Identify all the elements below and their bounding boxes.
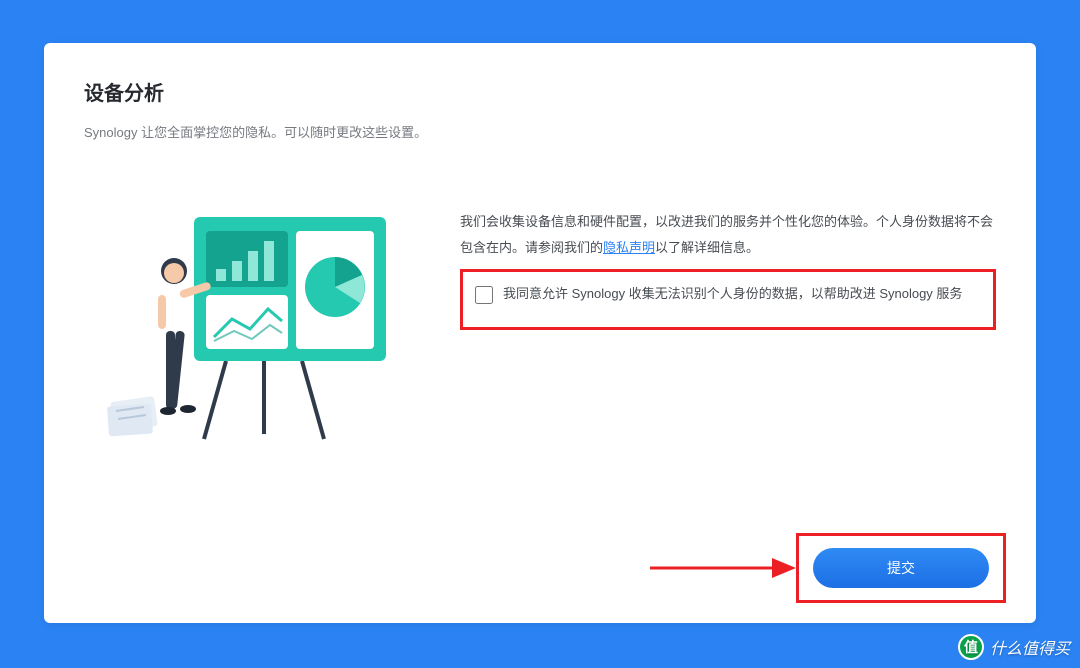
description-text: 我们会收集设备信息和硬件配置，以改进我们的服务并个性化您的体验。个人身份数据将不…: [460, 209, 996, 261]
submit-button[interactable]: 提交: [813, 548, 989, 588]
watermark-text: 什么值得买: [990, 635, 1070, 659]
consent-label: 我同意允许 Synology 收集无法识别个人身份的数据，以帮助改进 Synol…: [503, 282, 962, 305]
privacy-link[interactable]: 隐私声明: [603, 240, 655, 255]
annotation-arrow-icon: [646, 553, 796, 583]
desc-after: 以了解详细信息。: [655, 240, 759, 255]
submit-highlight-box: 提交: [796, 533, 1006, 603]
dialog-card: 设备分析 Synology 让您全面掌控您的隐私。可以随时更改这些设置。: [44, 43, 1036, 623]
page-title: 设备分析: [84, 77, 996, 106]
text-column: 我们会收集设备信息和硬件配置，以改进我们的服务并个性化您的体验。个人身份数据将不…: [460, 209, 996, 330]
page-subtitle: Synology 让您全面掌控您的隐私。可以随时更改这些设置。: [84, 122, 996, 141]
content-row: 我们会收集设备信息和硬件配置，以改进我们的服务并个性化您的体验。个人身份数据将不…: [84, 209, 996, 449]
watermark: 值 什么值得买: [958, 634, 1070, 660]
illustration: [84, 209, 424, 449]
consent-checkbox[interactable]: [475, 286, 493, 304]
watermark-badge-icon: 值: [958, 634, 984, 660]
consent-highlight-box: 我同意允许 Synology 收集无法识别个人身份的数据，以帮助改进 Synol…: [460, 269, 996, 330]
